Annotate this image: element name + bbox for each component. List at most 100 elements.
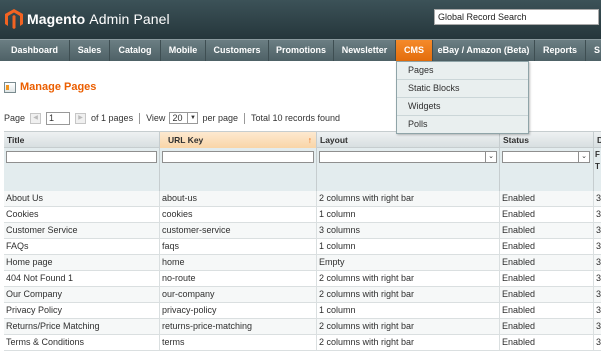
nav-dashboard[interactable]: Dashboard bbox=[0, 40, 70, 61]
cell-extra: 3 bbox=[596, 337, 601, 347]
nav-system[interactable]: S bbox=[586, 40, 601, 61]
column-layout-label: Layout bbox=[320, 135, 348, 145]
cell-title: Returns/Price Matching bbox=[4, 319, 160, 334]
cell-extra: 3 bbox=[596, 257, 601, 267]
cell-url-key: no-route bbox=[160, 271, 317, 286]
cell-title: 404 Not Found 1 bbox=[4, 271, 160, 286]
column-header-status[interactable]: Status bbox=[500, 132, 594, 148]
page-title: Manage Pages bbox=[20, 81, 97, 93]
total-records: Total 10 records found bbox=[250, 113, 341, 123]
table-row[interactable]: FAQs faqs 1 column Enabled 3 bbox=[4, 239, 601, 255]
sort-ascending-icon: ↑ bbox=[307, 135, 312, 145]
chevron-down-icon: ▼ bbox=[187, 113, 197, 123]
cell-url-key: privacy-policy bbox=[160, 303, 317, 318]
cell-url-key: faqs bbox=[160, 239, 317, 254]
title-filter-input[interactable] bbox=[6, 151, 157, 163]
column-url-key-label: URL Key bbox=[168, 135, 204, 145]
nav-newsletter[interactable]: Newsletter bbox=[334, 40, 396, 61]
per-page-value: 20 bbox=[172, 113, 183, 123]
cell-layout: 2 columns with right bar bbox=[317, 287, 500, 302]
cell-url-key: customer-service bbox=[160, 223, 317, 238]
menu-item-pages[interactable]: Pages bbox=[397, 62, 528, 80]
table-row[interactable]: Customer Service customer-service 3 column… bbox=[4, 223, 601, 239]
nav-ebay-amazon[interactable]: eBay / Amazon (Beta) bbox=[433, 40, 535, 61]
url-key-filter-input[interactable] bbox=[162, 151, 314, 163]
cell-status: Enabled bbox=[500, 255, 594, 270]
cell-url-key: terms bbox=[160, 335, 317, 350]
menu-item-polls[interactable]: Polls bbox=[397, 116, 528, 133]
cell-layout: 2 columns with right bar bbox=[317, 319, 500, 334]
cell-extra: 3 bbox=[596, 321, 601, 331]
cell-url-key: home bbox=[160, 255, 317, 270]
cell-extra: 3 bbox=[596, 193, 601, 203]
next-page-icon[interactable]: ▶ bbox=[75, 112, 87, 124]
cell-url-key: cookies bbox=[160, 207, 317, 222]
column-status-label: Status bbox=[503, 135, 529, 145]
column-header-layout[interactable]: Layout bbox=[317, 132, 500, 148]
table-row[interactable]: Privacy Policy privacy-policy 1 column Enab… bbox=[4, 303, 601, 319]
table-row[interactable]: Cookies cookies 1 column Enabled 3 bbox=[4, 207, 601, 223]
cell-status: Enabled bbox=[500, 191, 594, 206]
cell-title: About Us bbox=[4, 191, 160, 206]
logo-suffix: Admin Panel bbox=[89, 11, 170, 27]
cell-status: Enabled bbox=[500, 223, 594, 238]
column-header-title[interactable]: Title bbox=[4, 132, 160, 148]
pager-divider bbox=[243, 112, 245, 124]
cell-layout: 2 columns with right bar bbox=[317, 271, 500, 286]
cell-extra: 3 bbox=[596, 241, 601, 251]
pages-icon bbox=[4, 81, 16, 93]
table-row[interactable]: Terms & Conditions terms 2 columns with ri… bbox=[4, 335, 601, 351]
cell-status: Enabled bbox=[500, 303, 594, 318]
cell-extra: 3 bbox=[596, 209, 601, 219]
cell-title: FAQs bbox=[4, 239, 160, 254]
cell-status: Enabled bbox=[500, 335, 594, 350]
chevron-down-icon: ⌄ bbox=[485, 152, 496, 162]
cell-layout: Empty bbox=[317, 255, 500, 270]
nav-cms[interactable]: CMS bbox=[396, 40, 433, 61]
admin-header: Magento Admin Panel Global Record Search bbox=[0, 0, 601, 39]
menu-item-static-blocks[interactable]: Static Blocks bbox=[397, 80, 528, 98]
nav-customers[interactable]: Customers bbox=[206, 40, 269, 61]
cell-url-key: returns-price-matching bbox=[160, 319, 317, 334]
cell-layout: 2 columns with right bar bbox=[317, 335, 500, 350]
prev-page-icon[interactable]: ◀ bbox=[30, 112, 42, 124]
column-title-label: Title bbox=[7, 135, 25, 145]
cell-layout: 3 columns bbox=[317, 223, 500, 238]
cell-status: Enabled bbox=[500, 239, 594, 254]
column-header-date[interactable]: D bbox=[594, 132, 601, 148]
per-page-label: per page bbox=[202, 113, 238, 123]
per-page-select[interactable]: 20 ▼ bbox=[169, 112, 199, 124]
page-number-input[interactable]: 1 bbox=[46, 111, 71, 125]
table-row[interactable]: About Us about-us 2 columns with right bar… bbox=[4, 191, 601, 207]
cell-title: Our Company bbox=[4, 287, 160, 302]
menu-item-widgets[interactable]: Widgets bbox=[397, 98, 528, 116]
cell-status: Enabled bbox=[500, 287, 594, 302]
cms-dropdown-menu: Pages Static Blocks Widgets Polls bbox=[396, 61, 529, 134]
cell-status: Enabled bbox=[500, 319, 594, 334]
nav-reports[interactable]: Reports bbox=[535, 40, 586, 61]
nav-promotions[interactable]: Promotions bbox=[269, 40, 334, 61]
table-row[interactable]: Our Company our-company 2 columns with rig… bbox=[4, 287, 601, 303]
cell-layout: 1 column bbox=[317, 239, 500, 254]
column-date-label: D bbox=[597, 135, 601, 145]
global-search-input[interactable]: Global Record Search bbox=[434, 9, 599, 25]
page-heading: Manage Pages bbox=[4, 80, 96, 94]
cell-extra: 3 bbox=[596, 225, 601, 235]
magento-logo[interactable]: Magento Admin Panel bbox=[4, 8, 170, 30]
page-label: Page bbox=[4, 113, 26, 123]
view-label: View bbox=[146, 113, 166, 123]
nav-mobile[interactable]: Mobile bbox=[161, 40, 206, 61]
cell-extra: 3 bbox=[596, 273, 601, 283]
nav-sales[interactable]: Sales bbox=[70, 40, 110, 61]
nav-catalog[interactable]: Catalog bbox=[110, 40, 161, 61]
date-filter-from-label: F bbox=[595, 150, 600, 159]
column-header-url-key[interactable]: URL Key ↑ bbox=[160, 132, 317, 148]
status-filter-select[interactable]: ⌄ bbox=[502, 151, 590, 163]
table-row[interactable]: Home page home Empty Enabled 3 bbox=[4, 255, 601, 271]
table-row[interactable]: 404 Not Found 1 no-route 2 columns with ri… bbox=[4, 271, 601, 287]
of-pages-label: of 1 pages bbox=[91, 113, 134, 123]
cell-title: Customer Service bbox=[4, 223, 160, 238]
layout-filter-select[interactable]: ⌄ bbox=[319, 151, 497, 163]
table-row[interactable]: Returns/Price Matching returns-price-matc… bbox=[4, 319, 601, 335]
cell-title: Home page bbox=[4, 255, 160, 270]
